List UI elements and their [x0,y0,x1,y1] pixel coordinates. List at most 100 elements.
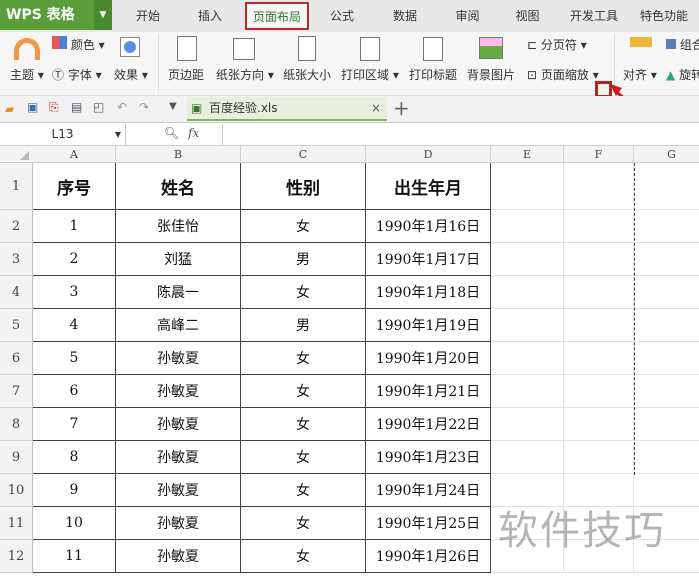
cell[interactable] [491,375,564,408]
table-cell[interactable]: 孙敏夏 [116,441,241,474]
cell[interactable] [491,276,564,309]
cell[interactable] [564,408,634,441]
undo-icon[interactable]: ↶ [117,100,127,114]
row-header[interactable]: 2 [0,210,33,243]
tab-3[interactable]: 公式 [312,0,372,32]
column-header-G[interactable]: G [634,146,699,163]
cell[interactable] [564,243,634,276]
tab-8[interactable]: 特色功能 [632,0,696,32]
cell[interactable] [634,163,699,210]
zoom-find-icon[interactable]: 🔍︎ [164,126,179,140]
table-cell[interactable]: 1990年1月22日 [366,408,491,441]
tab-2[interactable]: 页面布局 [245,2,309,30]
table-cell[interactable]: 女 [241,210,366,243]
table-cell[interactable]: 孙敏夏 [116,474,241,507]
table-cell[interactable]: 1990年1月26日 [366,540,491,573]
save-icon[interactable]: ▣ [27,100,38,114]
cell[interactable] [634,441,699,474]
table-cell[interactable]: 3 [33,276,116,309]
theme-button[interactable]: 主题 ▾ [10,66,44,83]
chevron-down-icon[interactable]: ▼ [169,101,177,112]
table-cell[interactable]: 女 [241,507,366,540]
table-cell[interactable]: 11 [33,540,116,573]
table-cell[interactable]: 女 [241,375,366,408]
row-header[interactable]: 5 [0,309,33,342]
select-all-button[interactable] [20,151,29,160]
row-header[interactable]: 3 [0,243,33,276]
table-header-cell[interactable]: 出生年月 [366,163,491,210]
margin-button[interactable]: 页边距 [168,66,204,83]
row-header[interactable]: 8 [0,408,33,441]
table-cell[interactable]: 孙敏夏 [116,408,241,441]
row-header[interactable]: 6 [0,342,33,375]
cell[interactable] [564,210,634,243]
row-header[interactable]: 9 [0,441,33,474]
cell[interactable] [634,375,699,408]
tab-5[interactable]: 审阅 [440,0,495,32]
column-header-F[interactable]: F [564,146,634,163]
table-cell[interactable]: 1990年1月21日 [366,375,491,408]
row-header[interactable]: 11 [0,507,33,540]
table-cell[interactable]: 4 [33,309,116,342]
table-cell[interactable]: 9 [33,474,116,507]
print-preview-icon[interactable]: ◰ [93,100,104,114]
table-cell[interactable]: 男 [241,243,366,276]
cell[interactable] [634,309,699,342]
print-icon[interactable]: ▤ [71,100,82,114]
open-icon[interactable]: ▰ [5,102,14,116]
background-image-button[interactable]: 背景图片 [467,66,515,83]
table-cell[interactable]: 1 [33,210,116,243]
table-header-cell[interactable]: 姓名 [116,163,241,210]
table-cell[interactable]: 1990年1月17日 [366,243,491,276]
table-cell[interactable]: 女 [241,342,366,375]
table-cell[interactable]: 1990年1月16日 [366,210,491,243]
table-cell[interactable]: 10 [33,507,116,540]
table-cell[interactable]: 7 [33,408,116,441]
table-cell[interactable]: 1990年1月25日 [366,507,491,540]
column-header-D[interactable]: D [366,146,491,163]
column-header-B[interactable]: B [116,146,241,163]
cell[interactable] [634,276,699,309]
cell[interactable] [634,342,699,375]
table-cell[interactable]: 男 [241,309,366,342]
table-cell[interactable]: 刘猛 [116,243,241,276]
color-button[interactable]: 颜色 ▾ [52,36,105,53]
table-cell[interactable]: 1990年1月18日 [366,276,491,309]
tab-0[interactable]: 开始 [117,0,179,32]
table-cell[interactable]: 孙敏夏 [116,375,241,408]
name-box[interactable]: L13 ▼ [0,124,126,145]
tab-6[interactable]: 视图 [500,0,555,32]
fx-button[interactable]: fx [188,126,199,140]
cell[interactable] [491,163,564,210]
chevron-down-icon[interactable]: ▼ [94,0,112,30]
cell[interactable] [491,441,564,474]
cell[interactable] [564,375,634,408]
tab-7[interactable]: 开发工具 [560,0,628,32]
table-cell[interactable]: 陈晨一 [116,276,241,309]
redo-icon[interactable]: ↷ [139,100,149,114]
column-header-E[interactable]: E [491,146,564,163]
wps-menu-button[interactable]: WPS 表格 ▼ [0,0,112,30]
column-header-C[interactable]: C [241,146,366,163]
row-header[interactable]: 12 [0,540,33,573]
cell[interactable] [564,276,634,309]
cell[interactable] [564,342,634,375]
page-scale-button[interactable]: ⊡ 页面缩放 ▾ [527,66,599,83]
cell[interactable] [491,342,564,375]
cell[interactable] [564,309,634,342]
table-cell[interactable]: 1990年1月24日 [366,474,491,507]
orientation-button[interactable]: 纸张方向 ▾ [216,66,274,83]
table-cell[interactable]: 2 [33,243,116,276]
document-tab[interactable]: ▣ 百度经验.xls × [187,97,387,121]
cell[interactable] [491,243,564,276]
table-cell[interactable]: 女 [241,276,366,309]
row-header[interactable]: 10 [0,474,33,507]
cell[interactable] [634,408,699,441]
row-header[interactable]: 7 [0,375,33,408]
cell[interactable] [634,243,699,276]
table-cell[interactable]: 5 [33,342,116,375]
print-area-button[interactable]: 打印区域 ▾ [341,66,399,83]
close-icon[interactable]: × [371,97,381,119]
page-break-button[interactable]: ⊏ 分页符 ▾ [527,36,587,53]
table-cell[interactable]: 1990年1月23日 [366,441,491,474]
